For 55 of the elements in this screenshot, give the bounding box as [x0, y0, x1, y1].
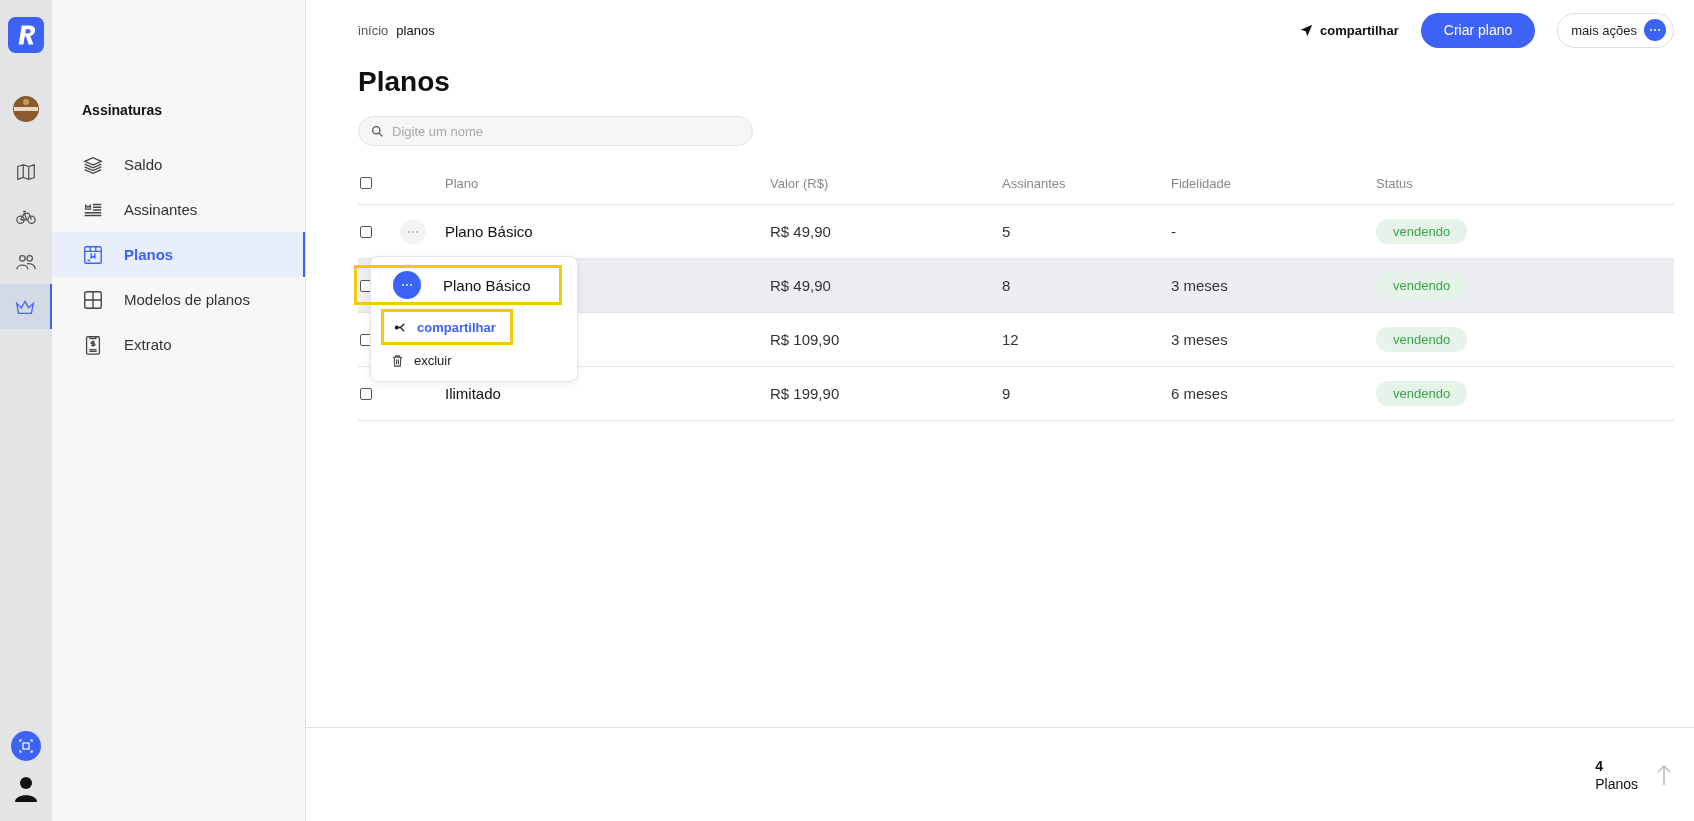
more-actions-button[interactable]: mais ações	[1557, 12, 1674, 48]
qr-code-icon[interactable]	[11, 731, 41, 761]
send-icon	[1300, 23, 1313, 37]
table-cell: 3 meses	[1171, 276, 1228, 294]
table-cell: R$ 49,90	[770, 222, 831, 240]
sidebar-item[interactable]: Extrato	[52, 322, 305, 367]
table-cell: 5	[1002, 222, 1011, 240]
table-cell: R$ 49,90	[770, 276, 831, 294]
column-header: Assinantes	[1002, 175, 1067, 191]
breadcrumb-link[interactable]: início	[358, 22, 389, 38]
rail-item[interactable]	[0, 284, 52, 329]
status-badge: vendendo	[1376, 219, 1468, 244]
avatar-icon[interactable]	[12, 95, 40, 123]
sidebar-item[interactable]: Saldo	[52, 142, 305, 187]
table-cell: 3 meses	[1171, 330, 1228, 348]
table-cell: 9	[1002, 384, 1011, 402]
sidebar-item[interactable]: Planos	[52, 232, 305, 277]
sidebar-item[interactable]: Modelos de planos	[52, 277, 305, 322]
logo-icon[interactable]	[8, 17, 44, 53]
user-silhouette-icon[interactable]	[14, 775, 38, 803]
page-title: Planos	[358, 66, 451, 98]
plan-count: 4	[1595, 757, 1604, 774]
status-badge: vendendo	[1376, 327, 1468, 352]
row-checkbox[interactable]	[360, 225, 372, 238]
table-cell: 8	[1002, 276, 1011, 294]
search-icon	[371, 125, 384, 138]
sidebar-item[interactable]: Assinantes	[52, 187, 305, 232]
sidebar-title: Assinaturas	[81, 102, 164, 118]
create-plan-button[interactable]: Criar plano	[1420, 12, 1536, 48]
column-header: Plano	[445, 175, 480, 191]
storefront-icon	[82, 243, 104, 266]
table-cell: R$ 199,90	[770, 384, 840, 402]
column-header: Status	[1376, 175, 1414, 191]
trash-icon	[391, 353, 404, 367]
column-header: Valor (R$)	[770, 175, 830, 191]
table-cell: 12	[1002, 330, 1019, 348]
breadcrumb-link[interactable]: planos	[396, 22, 435, 38]
more-icon	[1644, 19, 1666, 41]
search-field[interactable]: Digite um nome	[358, 116, 753, 146]
plan-name: Plano Básico	[445, 222, 533, 240]
status-badge: vendendo	[1376, 273, 1468, 298]
table-cell: 6 meses	[1171, 384, 1228, 402]
table-cell: R$ 109,90	[770, 330, 840, 348]
select-all-checkbox[interactable]	[360, 177, 372, 189]
more-icon[interactable]	[393, 271, 421, 299]
grid-icon	[82, 288, 104, 311]
table-cell: -	[1171, 222, 1176, 240]
status-badge: vendendo	[1376, 381, 1468, 406]
menu-item[interactable]: compartilhar	[381, 309, 513, 345]
column-header: Fidelidade	[1171, 175, 1232, 191]
plan-name: Plano Básico	[443, 276, 531, 294]
row-checkbox[interactable]	[360, 387, 372, 400]
share-button[interactable]: compartilhar	[1300, 22, 1399, 38]
plan-count-label: Planos	[1595, 775, 1638, 792]
plan-name: Ilimitado	[445, 384, 501, 402]
